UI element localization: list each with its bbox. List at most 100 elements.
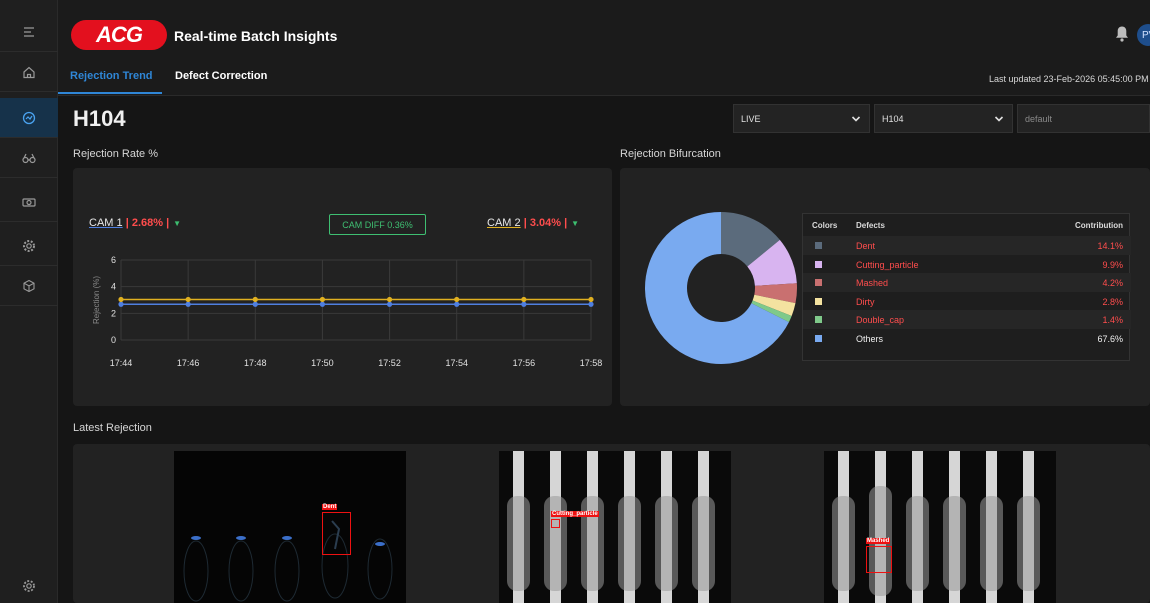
data-point[interactable] (386, 296, 393, 303)
defect-bounding-box (322, 512, 351, 555)
defect-name: Mashed (856, 278, 889, 288)
col-contribution: Contribution (1075, 221, 1123, 230)
defect-donut-chart (645, 212, 797, 364)
y-axis-label: Rejection (%) (92, 276, 101, 324)
color-swatch (815, 334, 822, 342)
data-point[interactable] (118, 296, 124, 303)
color-swatch (815, 260, 822, 268)
rejection-bifurcation-label: Rejection Bifurcation (620, 148, 721, 160)
y-tick-label: 2 (111, 308, 116, 318)
defect-contribution: 4.2% (1102, 278, 1123, 288)
capsule-image (174, 451, 406, 603)
data-point[interactable] (185, 301, 191, 307)
latest-rejection-card: Dent Cutting_particle Mashed (73, 444, 1150, 603)
data-point[interactable] (319, 296, 326, 303)
defect-row[interactable]: Cutting_particle 9.9% (803, 255, 1131, 274)
data-point[interactable] (521, 301, 527, 307)
defect-name: Others (856, 333, 884, 344)
config-select-value: default (1025, 114, 1053, 124)
bell-icon[interactable] (1114, 25, 1130, 43)
x-tick-label: 17:46 (177, 358, 200, 368)
chevron-down-icon (851, 116, 861, 122)
acg-logo: ACG (71, 20, 167, 50)
col-colors: Colors (812, 221, 838, 230)
mode-select-value: LIVE (741, 114, 761, 124)
last-updated-text: Last updated 23-Feb-2026 05:45:00 PM (989, 74, 1149, 84)
defect-contribution: 1.4% (1102, 315, 1123, 325)
tab-defect-correction[interactable]: Defect Correction (175, 70, 267, 82)
defect-row[interactable]: Dent 14.1% (803, 236, 1131, 255)
data-point[interactable] (521, 296, 527, 303)
data-point[interactable] (252, 296, 258, 303)
color-swatch (815, 242, 822, 249)
defect-contribution: 14.1% (1097, 241, 1123, 251)
chevron-down-icon (994, 116, 1004, 122)
rejection-image-dent[interactable]: Dent (174, 451, 406, 603)
defect-label: Dent (322, 504, 338, 510)
defect-name: Dent (856, 241, 876, 251)
camera-icon[interactable] (0, 182, 58, 222)
defect-contribution: 9.9% (1102, 259, 1123, 270)
defect-row[interactable]: Double_cap 1.4% (803, 310, 1131, 329)
x-tick-label: 17:50 (311, 358, 334, 368)
defect-row[interactable]: Mashed 4.2% (803, 273, 1131, 292)
x-tick-label: 17:44 (110, 358, 133, 368)
defect-bounding-box (866, 546, 892, 573)
tab-rejection-trend[interactable]: Rejection Trend (70, 70, 153, 82)
data-point[interactable] (252, 301, 258, 307)
x-tick-label: 17:48 (244, 358, 267, 368)
data-point[interactable] (386, 301, 393, 307)
data-point[interactable] (454, 301, 460, 307)
color-swatch (815, 316, 822, 323)
defect-name: Double_cap (856, 315, 905, 325)
defect-label: Cutting_particle (551, 511, 599, 517)
batch-title: H104 (73, 106, 126, 131)
batch-select[interactable]: H104 (874, 104, 1013, 133)
data-point[interactable] (185, 296, 191, 303)
defect-contribution: 67.6% (1097, 333, 1123, 344)
defects-table: Colors Defects Contribution Dent 14.1% Cut… (802, 213, 1131, 361)
rejection-rate-label: Rejection Rate % (73, 148, 158, 160)
rejection-image-mashed[interactable]: Mashed (824, 451, 1056, 603)
x-tick-label: 17:54 (445, 358, 468, 368)
settings-icon[interactable] (0, 566, 58, 603)
data-point[interactable] (454, 296, 460, 303)
capsule-image (499, 451, 731, 603)
y-tick-label: 0 (111, 335, 116, 345)
data-point[interactable] (588, 301, 594, 307)
defect-row[interactable]: Others 67.6% (803, 329, 1131, 348)
rejection-image-cutting-particle[interactable]: Cutting_particle (499, 451, 731, 603)
rejection-bifurcation-card: Colors Defects Contribution Dent 14.1% Cut… (620, 168, 1150, 406)
binoculars-icon[interactable] (0, 138, 58, 178)
defect-contribution: 2.8% (1102, 296, 1123, 307)
x-tick-label: 17:56 (513, 358, 536, 368)
trend-icon[interactable] (0, 98, 58, 138)
batch-select-value: H104 (882, 114, 904, 124)
color-swatch (815, 279, 822, 286)
cube-icon[interactable] (0, 266, 58, 306)
avatar[interactable]: PV (1137, 24, 1150, 46)
app-title: Real-time Batch Insights (174, 28, 338, 44)
defect-label: Mashed (866, 538, 891, 544)
y-tick-label: 4 (111, 282, 116, 292)
rejection-rate-card: CAM 1 | 2.68% | ▼ CAM DIFF 0.36% CAM 2 | … (73, 168, 612, 406)
data-point[interactable] (319, 301, 326, 307)
home-icon[interactable] (0, 52, 58, 92)
capsule-image (824, 451, 1056, 603)
defect-bounding-box (551, 519, 560, 528)
rejection-line-chart: 0 2 4 6 17:44 17:46 17:48 17:50 17:52 17:54 17:56 1… (92, 255, 603, 368)
latest-rejection-label: Latest Rejection (73, 422, 152, 434)
sidebar (0, 0, 58, 603)
x-tick-label: 17:52 (378, 358, 401, 368)
menu-icon[interactable] (0, 12, 58, 52)
config-select[interactable]: default (1017, 104, 1150, 133)
defect-row[interactable]: Dirty 2.8% (803, 292, 1131, 311)
x-tick-label: 17:58 (580, 358, 603, 368)
defect-name: Dirty (856, 296, 875, 307)
gear-icon[interactable] (0, 226, 58, 266)
data-point[interactable] (118, 301, 124, 307)
defects-table-header: Colors Defects Contribution (803, 214, 1131, 236)
mode-select[interactable]: LIVE (733, 104, 870, 133)
data-point[interactable] (588, 296, 594, 303)
y-tick-label: 6 (111, 255, 116, 265)
